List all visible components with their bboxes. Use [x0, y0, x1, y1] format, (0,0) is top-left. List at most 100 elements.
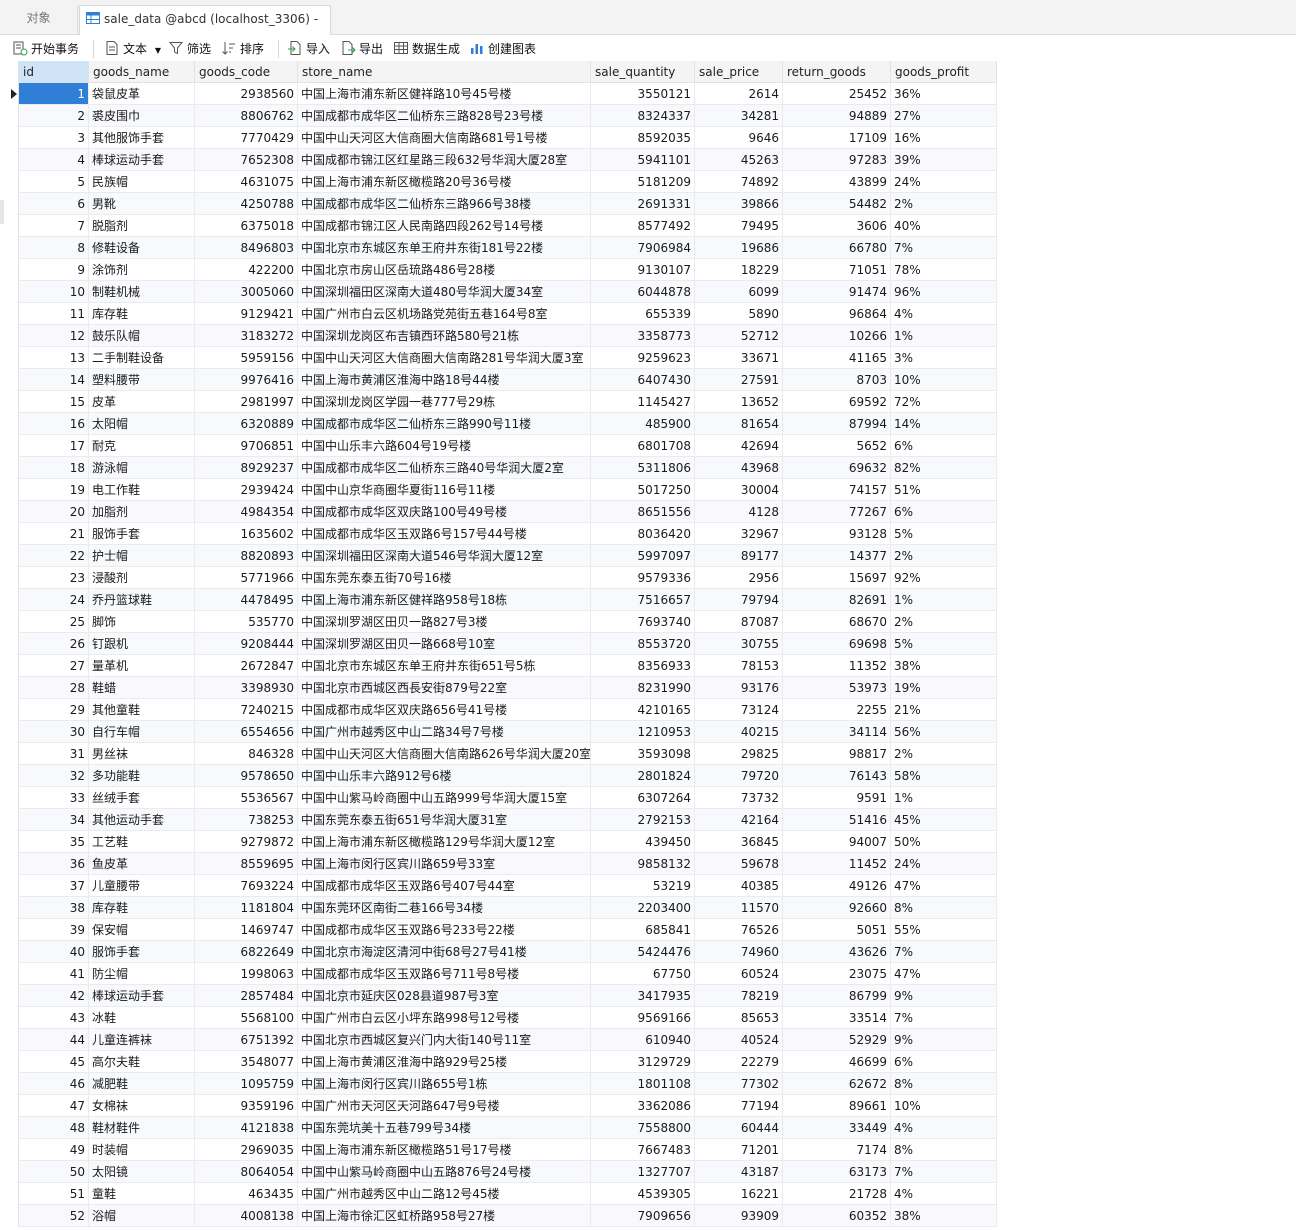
cell-return-goods[interactable]: 94007: [783, 831, 891, 853]
cell-return-goods[interactable]: 62672: [783, 1073, 891, 1095]
table-row[interactable]: 24 乔丹篮球鞋 4478495 中国上海市浦东新区健祥路958号18栋 7516657…: [19, 589, 997, 611]
cell-goods-profit[interactable]: 4%: [891, 1117, 997, 1139]
cell-return-goods[interactable]: 23075: [783, 963, 891, 985]
cell-goods-name[interactable]: 棒球运动手套: [89, 985, 195, 1007]
cell-id[interactable]: 42: [19, 985, 89, 1007]
cell-return-goods[interactable]: 74157: [783, 479, 891, 501]
row-selector[interactable]: [8, 369, 19, 391]
row-selector[interactable]: [8, 963, 19, 985]
row-selector[interactable]: [8, 941, 19, 963]
cell-sale-price[interactable]: 60444: [695, 1117, 783, 1139]
row-selector[interactable]: [8, 435, 19, 457]
cell-return-goods[interactable]: 96864: [783, 303, 891, 325]
cell-sale-quantity[interactable]: 5311806: [591, 457, 695, 479]
cell-sale-quantity[interactable]: 5941101: [591, 149, 695, 171]
cell-sale-quantity[interactable]: 8036420: [591, 523, 695, 545]
cell-id[interactable]: 41: [19, 963, 89, 985]
table-row[interactable]: 1 袋鼠皮革 2938560 中国上海市浦东新区健祥路10号45号楼 3550121 26…: [19, 83, 997, 105]
cell-sale-quantity[interactable]: 8577492: [591, 215, 695, 237]
column-header-sale-quantity[interactable]: sale_quantity: [591, 61, 695, 83]
row-selector[interactable]: [8, 985, 19, 1007]
table-row[interactable]: 22 护士帽 8820893 中国深圳福田区深南大道546号华润大厦12室 599709…: [19, 545, 997, 567]
cell-id[interactable]: 4: [19, 149, 89, 171]
cell-id[interactable]: 30: [19, 721, 89, 743]
cell-id[interactable]: 28: [19, 677, 89, 699]
cell-sale-price[interactable]: 52712: [695, 325, 783, 347]
cell-sale-quantity[interactable]: 3550121: [591, 83, 695, 105]
cell-goods-profit[interactable]: 21%: [891, 699, 997, 721]
row-selector[interactable]: [8, 1073, 19, 1095]
cell-goods-name[interactable]: 太阳镜: [89, 1161, 195, 1183]
cell-goods-profit[interactable]: 2%: [891, 611, 997, 633]
cell-store-name[interactable]: 中国中山紫马岭商圈中山五路876号24号楼: [298, 1161, 591, 1183]
cell-goods-profit[interactable]: 47%: [891, 963, 997, 985]
create-chart-button[interactable]: 创建图表: [469, 39, 536, 59]
cell-id[interactable]: 45: [19, 1051, 89, 1073]
cell-goods-profit[interactable]: 7%: [891, 1007, 997, 1029]
cell-goods-code[interactable]: 7652308: [195, 149, 298, 171]
row-selector[interactable]: [8, 1051, 19, 1073]
cell-sale-price[interactable]: 39866: [695, 193, 783, 215]
cell-goods-profit[interactable]: 36%: [891, 83, 997, 105]
cell-id[interactable]: 37: [19, 875, 89, 897]
cell-sale-price[interactable]: 74892: [695, 171, 783, 193]
cell-id[interactable]: 15: [19, 391, 89, 413]
cell-return-goods[interactable]: 82691: [783, 589, 891, 611]
cell-goods-name[interactable]: 女棉袜: [89, 1095, 195, 1117]
cell-sale-price[interactable]: 30755: [695, 633, 783, 655]
row-selector[interactable]: [8, 325, 19, 347]
cell-goods-code[interactable]: 6554656: [195, 721, 298, 743]
cell-return-goods[interactable]: 69698: [783, 633, 891, 655]
cell-id[interactable]: 52: [19, 1205, 89, 1227]
cell-store-name[interactable]: 中国深圳龙岗区布吉镇西环路580号21栋: [298, 325, 591, 347]
row-selector[interactable]: [8, 633, 19, 655]
cell-store-name[interactable]: 中国成都市成华区玉双路6号233号22楼: [298, 919, 591, 941]
cell-sale-quantity[interactable]: 1327707: [591, 1161, 695, 1183]
cell-id[interactable]: 7: [19, 215, 89, 237]
cell-sale-quantity[interactable]: 3358773: [591, 325, 695, 347]
cell-goods-profit[interactable]: 8%: [891, 1139, 997, 1161]
cell-goods-code[interactable]: 846328: [195, 743, 298, 765]
table-row[interactable]: 17 耐克 9706851 中国中山乐丰六路604号19号楼 6801708 42694 5…: [19, 435, 997, 457]
cell-goods-name[interactable]: 量革机: [89, 655, 195, 677]
table-row[interactable]: 8 修鞋设备 8496803 中国北京市东城区东单王府井东街181号22楼 790698…: [19, 237, 997, 259]
cell-id[interactable]: 40: [19, 941, 89, 963]
row-selector[interactable]: [8, 347, 19, 369]
cell-return-goods[interactable]: 25452: [783, 83, 891, 105]
cell-goods-name[interactable]: 浸酸剂: [89, 567, 195, 589]
row-selector[interactable]: [8, 193, 19, 215]
cell-sale-quantity[interactable]: 1801108: [591, 1073, 695, 1095]
cell-sale-price[interactable]: 6099: [695, 281, 783, 303]
cell-id[interactable]: 10: [19, 281, 89, 303]
cell-goods-code[interactable]: 8929237: [195, 457, 298, 479]
cell-return-goods[interactable]: 69632: [783, 457, 891, 479]
cell-return-goods[interactable]: 60352: [783, 1205, 891, 1227]
cell-goods-code[interactable]: 3398930: [195, 677, 298, 699]
cell-goods-code[interactable]: 9706851: [195, 435, 298, 457]
cell-sale-price[interactable]: 81654: [695, 413, 783, 435]
cell-goods-name[interactable]: 童鞋: [89, 1183, 195, 1205]
cell-goods-profit[interactable]: 72%: [891, 391, 997, 413]
row-selector[interactable]: [8, 127, 19, 149]
table-row[interactable]: 48 鞋材鞋件 4121838 中国东莞坑美十五巷799号34楼 7558800 6044…: [19, 1117, 997, 1139]
cell-store-name[interactable]: 中国北京市海淀区清河中街68号27号41楼: [298, 941, 591, 963]
column-header-goods-name[interactable]: goods_name: [89, 61, 195, 83]
cell-goods-code[interactable]: 2672847: [195, 655, 298, 677]
sort-button[interactable]: 排序: [221, 39, 264, 59]
row-selector[interactable]: [8, 237, 19, 259]
cell-sale-price[interactable]: 42164: [695, 809, 783, 831]
cell-goods-code[interactable]: 5771966: [195, 567, 298, 589]
cell-id[interactable]: 13: [19, 347, 89, 369]
cell-goods-code[interactable]: 2981997: [195, 391, 298, 413]
cell-goods-name[interactable]: 皮革: [89, 391, 195, 413]
row-selector[interactable]: [8, 1029, 19, 1051]
cell-return-goods[interactable]: 11452: [783, 853, 891, 875]
cell-goods-profit[interactable]: 4%: [891, 1183, 997, 1205]
cell-sale-quantity[interactable]: 7693740: [591, 611, 695, 633]
cell-goods-code[interactable]: 8559695: [195, 853, 298, 875]
cell-id[interactable]: 6: [19, 193, 89, 215]
cell-goods-name[interactable]: 乔丹篮球鞋: [89, 589, 195, 611]
row-selector[interactable]: [8, 831, 19, 853]
cell-goods-profit[interactable]: 1%: [891, 787, 997, 809]
cell-sale-price[interactable]: 79794: [695, 589, 783, 611]
